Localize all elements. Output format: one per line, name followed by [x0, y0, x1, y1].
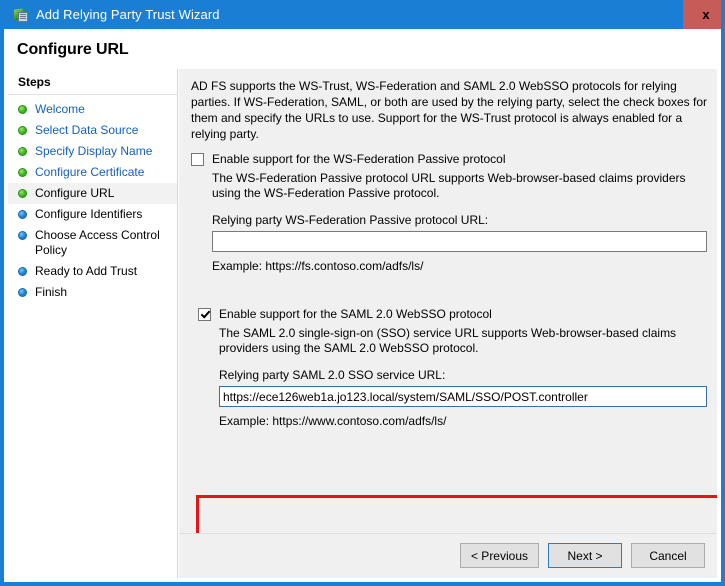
sidebar-item-label: Choose Access Control Policy — [35, 228, 160, 257]
wsfed-url-field-label: Relying party WS-Federation Passive prot… — [212, 213, 489, 227]
step-bullet-done-icon — [18, 105, 27, 114]
sidebar-item-label: Configure Certificate — [35, 165, 145, 179]
main-body: AD FS supports the WS-Trust, WS-Federati… — [179, 69, 717, 578]
saml-url-input[interactable] — [219, 386, 707, 407]
footer-bar: < Previous Next > Cancel — [179, 533, 717, 578]
sidebar-item-label: Ready to Add Trust — [35, 264, 138, 278]
wsfed-example-text: Example: https://fs.contoso.com/adfs/ls/ — [212, 259, 424, 273]
sidebar-item-configure-certificate[interactable]: Configure Certificate — [8, 162, 177, 183]
wizard-window: Add Relying Party Trust Wizard x Configu… — [0, 0, 725, 586]
saml-checkbox-label: Enable support for the SAML 2.0 WebSSO p… — [219, 307, 492, 321]
next-button[interactable]: Next > — [548, 543, 622, 568]
saml-description: The SAML 2.0 single-sign-on (SSO) servic… — [219, 326, 677, 355]
sidebar-item-label: Specify Display Name — [35, 144, 153, 158]
wsfed-details: The WS-Federation Passive protocol URL s… — [191, 171, 707, 273]
sidebar-item-label: Select Data Source — [35, 123, 139, 137]
window-title: Add Relying Party Trust Wizard — [36, 7, 220, 22]
sidebar-item-label: Configure Identifiers — [35, 207, 143, 221]
step-bullet-done-icon — [18, 126, 27, 135]
saml-url-field-label: Relying party SAML 2.0 SSO service URL: — [219, 368, 446, 382]
steps-divider — [8, 94, 177, 95]
cancel-button[interactable]: Cancel — [631, 543, 705, 568]
step-bullet-pending-icon — [18, 210, 27, 219]
sidebar-item-ready-to-add-trust[interactable]: Ready to Add Trust — [8, 261, 177, 282]
step-bullet-done-icon — [18, 147, 27, 156]
wizard-icon — [13, 7, 29, 23]
sidebar-item-specify-display-name[interactable]: Specify Display Name — [8, 141, 177, 162]
step-bullet-pending-icon — [18, 231, 27, 240]
intro-text: AD FS supports the WS-Trust, WS-Federati… — [191, 79, 708, 141]
page-title: Configure URL — [17, 41, 129, 58]
wsfed-checkbox[interactable] — [191, 153, 204, 166]
close-button[interactable]: x — [683, 0, 721, 29]
step-bullet-done-icon — [18, 189, 27, 198]
main-panel: AD FS supports the WS-Trust, WS-Federati… — [179, 69, 717, 578]
wsfed-description: The WS-Federation Passive protocol URL s… — [212, 171, 686, 200]
step-bullet-pending-icon — [18, 267, 27, 276]
wsfed-section: Enable support for the WS-Federation Pas… — [191, 152, 707, 273]
page-header: Configure URL — [8, 29, 721, 69]
saml-checkbox[interactable] — [198, 308, 211, 321]
wsfed-checkbox-row[interactable]: Enable support for the WS-Federation Pas… — [191, 152, 707, 167]
sidebar-item-label: Welcome — [35, 102, 85, 116]
previous-button[interactable]: < Previous — [459, 543, 539, 568]
sidebar-item-label: Finish — [35, 285, 68, 299]
saml-example-text: Example: https://www.contoso.com/adfs/ls… — [219, 414, 447, 428]
steps-heading: Steps — [18, 75, 51, 89]
sidebar-item-select-data-source[interactable]: Select Data Source — [8, 120, 177, 141]
sidebar-item-configure-url[interactable]: Configure URL — [8, 183, 177, 204]
step-bullet-done-icon — [18, 168, 27, 177]
wsfed-checkbox-label: Enable support for the WS-Federation Pas… — [212, 152, 506, 166]
sidebar-item-choose-access-control-policy[interactable]: Choose Access Control Policy — [8, 225, 177, 261]
sidebar-item-configure-identifiers[interactable]: Configure Identifiers — [8, 204, 177, 225]
sidebar-item-welcome[interactable]: Welcome — [8, 99, 177, 120]
saml-details: The SAML 2.0 single-sign-on (SSO) servic… — [198, 326, 707, 428]
wsfed-url-input[interactable] — [212, 231, 707, 252]
title-bar: Add Relying Party Trust Wizard x — [4, 0, 721, 29]
saml-section: Enable support for the SAML 2.0 WebSSO p… — [191, 299, 717, 578]
sidebar-item-label: Configure URL — [35, 186, 115, 200]
steps-sidebar: Steps Welcome Select Data Source Specify… — [8, 69, 178, 578]
sidebar-item-finish[interactable]: Finish — [8, 282, 177, 303]
saml-checkbox-row[interactable]: Enable support for the SAML 2.0 WebSSO p… — [198, 307, 707, 322]
step-bullet-pending-icon — [18, 288, 27, 297]
